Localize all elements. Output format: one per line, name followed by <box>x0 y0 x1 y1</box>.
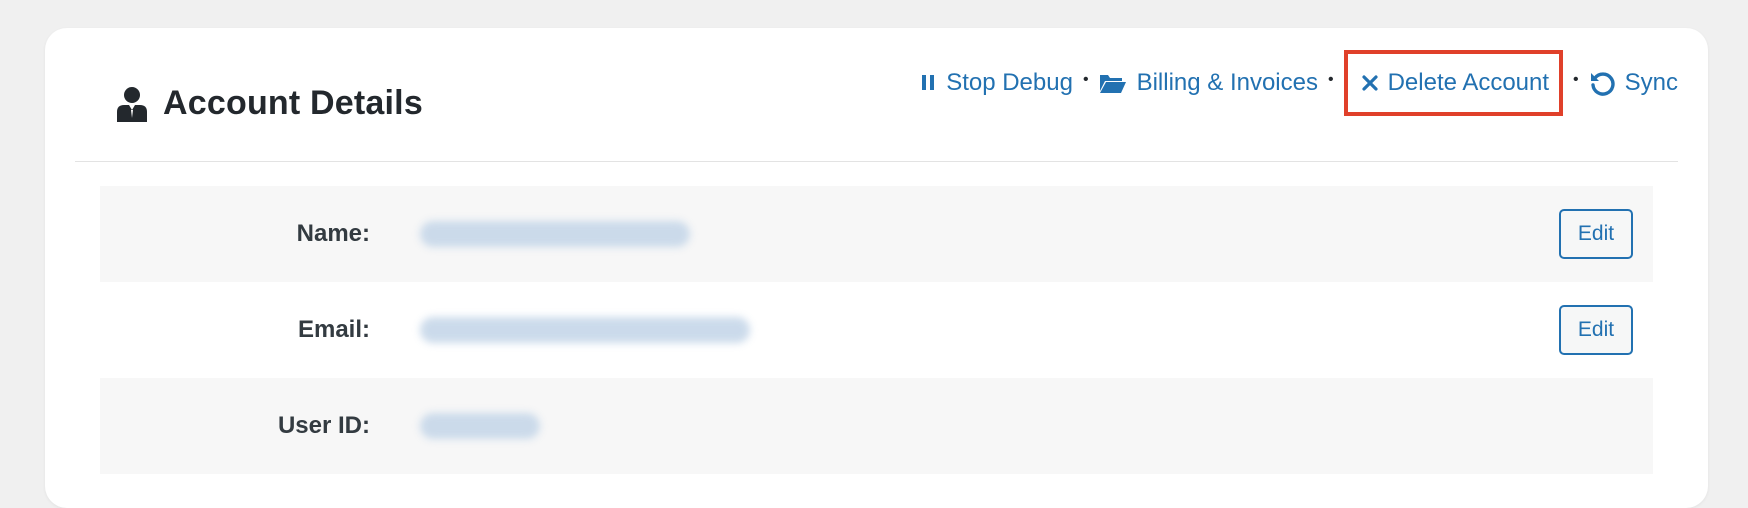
name-label: Name: <box>296 220 370 247</box>
stop-debug-link[interactable]: Stop Debug <box>920 69 1073 97</box>
separator-dot: • <box>1573 71 1579 88</box>
account-details-card: Account Details Stop Debug • Billing & I… <box>45 28 1708 508</box>
account-fields: Name: Edit Email: Edit User ID: <box>100 186 1653 474</box>
card-header: Account Details Stop Debug • Billing & I… <box>75 28 1678 162</box>
header-actions: Stop Debug • Billing & Invoices • Delete… <box>920 50 1678 116</box>
delete-account-link[interactable]: Delete Account <box>1343 50 1564 116</box>
close-icon <box>1361 75 1378 91</box>
name-row: Name: Edit <box>100 186 1653 282</box>
edit-email-button[interactable]: Edit <box>1559 305 1633 355</box>
separator-dot: • <box>1082 71 1089 88</box>
email-row: Email: Edit <box>100 282 1653 378</box>
user-id-value-redacted <box>420 413 540 439</box>
separator-dot: • <box>1327 71 1334 88</box>
stop-debug-label: Stop Debug <box>946 69 1073 96</box>
title-group: Account Details <box>115 84 423 123</box>
user-id-row: User ID: <box>100 378 1653 474</box>
sync-link[interactable]: Sync <box>1589 69 1678 97</box>
pause-icon <box>920 74 936 92</box>
billing-invoices-label: Billing & Invoices <box>1136 69 1318 96</box>
user-icon <box>115 85 149 123</box>
edit-name-button[interactable]: Edit <box>1559 209 1633 259</box>
user-id-label: User ID: <box>277 412 370 439</box>
email-label: Email: <box>297 316 370 343</box>
sync-icon <box>1589 70 1615 96</box>
sync-label: Sync <box>1624 69 1678 96</box>
delete-account-label: Delete Account <box>1387 69 1550 96</box>
billing-invoices-link[interactable]: Billing & Invoices <box>1099 69 1318 97</box>
email-value-redacted <box>420 317 750 343</box>
page-title: Account Details <box>163 84 423 122</box>
folder-open-icon <box>1099 72 1127 94</box>
name-value-redacted <box>420 221 690 247</box>
